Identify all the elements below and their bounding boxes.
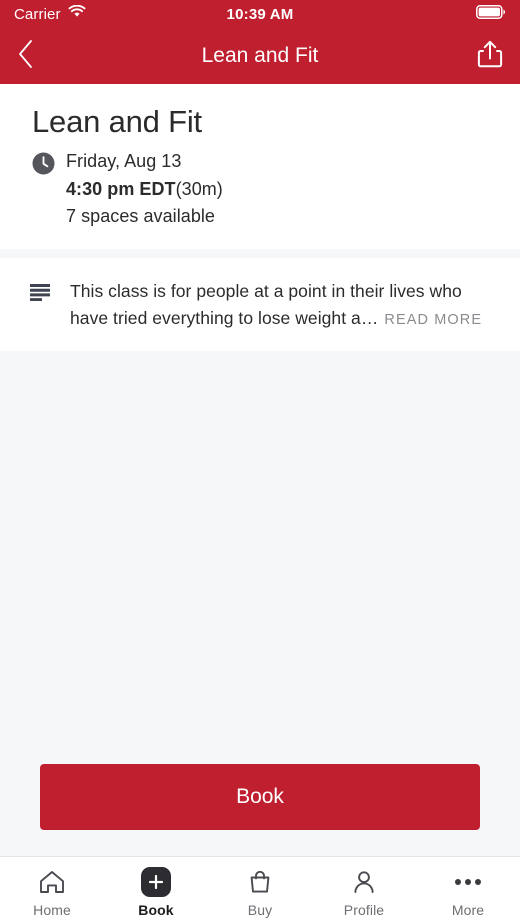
class-date: Friday, Aug 13 — [66, 150, 182, 171]
page-title: Lean and Fit — [201, 44, 319, 67]
class-schedule-row: Friday, Aug 13 4:30 pm EDT(30m) 7 spaces… — [0, 148, 520, 232]
status-bar: Carrier 10:39 AM — [0, 0, 520, 28]
navigation-bar: Lean and Fit — [0, 28, 520, 84]
plus-icon — [141, 867, 171, 897]
status-bar-right — [476, 4, 506, 24]
tab-book-label: Book — [138, 902, 174, 918]
class-time: 4:30 pm EDT — [66, 178, 176, 199]
tab-more-label: More — [451, 902, 485, 918]
status-bar-left: Carrier — [14, 4, 86, 23]
tab-home[interactable]: Home — [0, 857, 104, 924]
description-lines-icon — [30, 278, 70, 306]
read-more-link[interactable]: READ MORE — [384, 312, 482, 328]
ellipsis-icon — [455, 867, 481, 897]
bag-icon — [247, 867, 273, 897]
ellipsis-dot — [475, 879, 481, 885]
tab-more[interactable]: More — [416, 857, 520, 924]
tab-book[interactable]: Book — [104, 857, 208, 924]
chevron-left-icon — [16, 38, 36, 75]
person-icon — [351, 867, 377, 897]
back-button[interactable] — [16, 36, 56, 76]
class-duration: (30m) — [175, 178, 223, 199]
bottom-tab-bar: Home Book Buy Profile More — [0, 856, 520, 924]
book-button[interactable]: Book — [40, 764, 480, 830]
class-info-card: Lean and Fit Friday, Aug 13 4:30 pm EDT(… — [0, 84, 520, 250]
ellipsis-dot — [455, 879, 461, 885]
ellipsis-dot — [465, 879, 471, 885]
class-title: Lean and Fit — [32, 104, 202, 139]
carrier-label: Carrier — [14, 5, 61, 23]
book-tab-icon — [141, 867, 171, 897]
battery-full-icon — [476, 4, 506, 24]
class-description-text: This class is for people at a point in t… — [70, 278, 498, 331]
tab-profile-label: Profile — [343, 902, 385, 918]
primary-action-area: Book — [0, 764, 520, 856]
app-screen: Carrier 10:39 AM Lean and Fit Lean and F… — [0, 0, 520, 924]
class-time-row: 4:30 pm EDT(30m) — [66, 176, 488, 204]
tab-home-label: Home — [33, 902, 71, 918]
share-button[interactable] — [464, 36, 504, 76]
tab-buy[interactable]: Buy — [208, 857, 312, 924]
class-availability: 7 spaces available — [66, 206, 215, 227]
tab-profile[interactable]: Profile — [312, 857, 416, 924]
empty-space — [0, 351, 520, 764]
class-description-card[interactable]: This class is for people at a point in t… — [0, 258, 520, 352]
home-icon — [38, 867, 66, 897]
clock-icon — [32, 148, 66, 232]
scroll-content: Lean and Fit Friday, Aug 13 4:30 pm EDT(… — [0, 84, 520, 856]
ellipsis-dots — [455, 879, 481, 885]
card-divider — [0, 249, 520, 259]
share-icon — [476, 39, 504, 74]
tab-buy-label: Buy — [247, 902, 273, 918]
class-schedule-lines: Friday, Aug 13 4:30 pm EDT(30m) 7 spaces… — [66, 148, 488, 232]
wifi-icon — [68, 4, 86, 23]
